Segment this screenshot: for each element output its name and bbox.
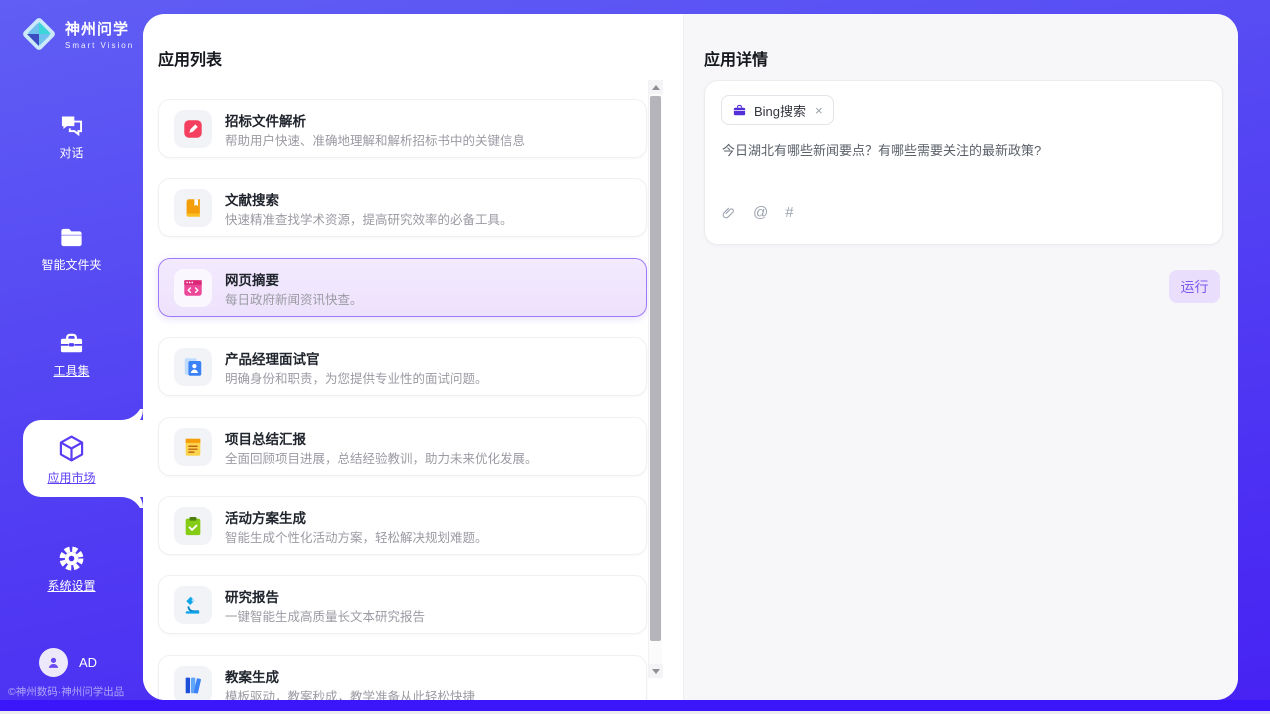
content-panel: 应用列表 招标文件解析 帮助用户快速、准确地理解和解析招标书中的关键信息 文献搜… bbox=[143, 14, 1238, 700]
tool-tag-close-icon[interactable]: × bbox=[813, 103, 823, 118]
prompt-text-input[interactable]: 今日湖北有哪些新闻要点？有哪些需要关注的最新政策? bbox=[722, 141, 1208, 161]
sidebar-item-label: 系统设置 bbox=[47, 577, 95, 594]
app-card-desc: 一键智能生成高质量长文本研究报告 bbox=[225, 606, 635, 625]
list-scrollbar[interactable] bbox=[648, 80, 662, 678]
sidebar: 神州问学 Smart Vision 对话 智能文件夹 bbox=[0, 0, 143, 711]
app-card-title: 产品经理面试官 bbox=[225, 348, 320, 368]
copyright-footer: ©神州数码·神州问学出品 bbox=[0, 684, 160, 699]
app-list-panel: 应用列表 招标文件解析 帮助用户快速、准确地理解和解析招标书中的关键信息 文献搜… bbox=[143, 14, 683, 700]
microscope-icon bbox=[174, 586, 212, 624]
triangle-up-icon bbox=[652, 85, 660, 90]
books-icon bbox=[174, 666, 212, 700]
app-detail-title: 应用详情 bbox=[704, 46, 768, 70]
sidebar-item-label: 工具集 bbox=[53, 362, 89, 379]
tool-tag-bing-search[interactable]: Bing搜索 × bbox=[721, 95, 834, 125]
pen-square-icon bbox=[174, 110, 212, 148]
app-card-desc: 帮助用户快速、准确地理解和解析招标书中的关键信息 bbox=[225, 130, 635, 149]
app-card-desc: 快速精准查找学术资源，提高研究效率的必备工具。 bbox=[225, 209, 635, 228]
notepad-icon bbox=[174, 428, 212, 466]
app-card-literature-search[interactable]: 文献搜索 快速精准查找学术资源，提高研究效率的必备工具。 bbox=[158, 178, 647, 237]
app-card-web-summary[interactable]: 网页摘要 每日政府新闻资讯快查。 bbox=[158, 258, 647, 317]
scrollbar-up-button[interactable] bbox=[649, 80, 663, 94]
browser-code-icon bbox=[174, 269, 212, 307]
tool-tag-label: Bing搜索 bbox=[754, 101, 806, 120]
user-account[interactable]: AD bbox=[39, 648, 97, 677]
cube-icon bbox=[0, 433, 143, 464]
sidebar-item-label: 对话 bbox=[59, 144, 83, 161]
brand-name: 神州问学 bbox=[65, 18, 134, 39]
attachment-icon[interactable] bbox=[721, 205, 736, 221]
gear-icon bbox=[0, 545, 143, 572]
sidebar-item-chat[interactable]: 对话 bbox=[0, 112, 143, 162]
clipboard-check-icon bbox=[174, 507, 212, 545]
app-card-title: 教案生成 bbox=[225, 666, 279, 686]
app-card-title: 项目总结汇报 bbox=[225, 428, 306, 448]
app-card-activity-plan[interactable]: 活动方案生成 智能生成个性化活动方案，轻松解决规划难题。 bbox=[158, 496, 647, 555]
sidebar-item-label: 应用市场 bbox=[47, 469, 95, 486]
briefcase-icon bbox=[732, 103, 747, 118]
sidebar-item-toolkit[interactable]: 工具集 bbox=[0, 330, 143, 380]
app-card-desc: 智能生成个性化活动方案，轻松解决规划难题。 bbox=[225, 527, 635, 546]
chat-icon bbox=[0, 112, 143, 139]
app-card-desc: 每日政府新闻资讯快查。 bbox=[225, 289, 635, 308]
brand-logo: 神州问学 Smart Vision bbox=[20, 15, 134, 53]
diamond-logo-icon bbox=[20, 15, 58, 53]
toolbox-icon bbox=[0, 330, 143, 357]
app-card-pm-interviewer[interactable]: 产品经理面试官 明确身份和职责，为您提供专业性的面试问题。 bbox=[158, 337, 647, 396]
book-icon bbox=[174, 189, 212, 227]
sidebar-item-label: 智能文件夹 bbox=[41, 256, 101, 273]
triangle-down-icon bbox=[652, 669, 660, 674]
app-card-project-summary[interactable]: 项目总结汇报 全面回顾项目进展，总结经验教训，助力未来优化发展。 bbox=[158, 417, 647, 476]
app-card-title: 活动方案生成 bbox=[225, 507, 306, 527]
app-card-desc: 模板驱动，教案秒成，教学准备从此轻松快捷 bbox=[225, 686, 635, 700]
app-card-bid-analysis[interactable]: 招标文件解析 帮助用户快速、准确地理解和解析招标书中的关键信息 bbox=[158, 99, 647, 158]
folder-icon bbox=[0, 224, 143, 251]
person-icon bbox=[46, 655, 61, 670]
app-card-desc: 全面回顾项目进展，总结经验教训，助力未来优化发展。 bbox=[225, 448, 635, 467]
bottom-accent-bar bbox=[0, 700, 1270, 711]
prompt-input-card[interactable]: Bing搜索 × 今日湖北有哪些新闻要点？有哪些需要关注的最新政策? @ # bbox=[704, 80, 1223, 245]
hash-icon[interactable]: # bbox=[785, 204, 793, 221]
app-detail-panel: 应用详情 Bing搜索 × 今日湖北有哪些新闻要点？有哪些需要关注的最新政策? bbox=[683, 14, 1238, 700]
sidebar-item-settings[interactable]: 系统设置 bbox=[0, 545, 143, 595]
user-name: AD bbox=[79, 655, 97, 670]
sidebar-item-smart-folder[interactable]: 智能文件夹 bbox=[0, 224, 143, 274]
scrollbar-thumb[interactable] bbox=[650, 96, 661, 641]
brand-text: 神州问学 Smart Vision bbox=[65, 18, 134, 50]
avatar bbox=[39, 648, 68, 677]
app-card-title: 网页摘要 bbox=[225, 269, 279, 289]
input-toolbar: @ # bbox=[721, 204, 794, 221]
run-button[interactable]: 运行 bbox=[1169, 270, 1220, 303]
app-card-lesson-plan[interactable]: 教案生成 模板驱动，教案秒成，教学准备从此轻松快捷 bbox=[158, 655, 647, 700]
app-card-research-report[interactable]: 研究报告 一键智能生成高质量长文本研究报告 bbox=[158, 575, 647, 634]
mention-icon[interactable]: @ bbox=[753, 204, 768, 221]
app-window: 神州问学 Smart Vision 对话 智能文件夹 bbox=[0, 0, 1270, 714]
sidebar-item-app-market[interactable]: 应用市场 bbox=[0, 433, 143, 487]
interview-icon bbox=[174, 348, 212, 386]
app-card-title: 招标文件解析 bbox=[225, 110, 306, 130]
app-card-title: 研究报告 bbox=[225, 586, 279, 606]
app-card-desc: 明确身份和职责，为您提供专业性的面试问题。 bbox=[225, 368, 635, 387]
scrollbar-down-button[interactable] bbox=[649, 664, 663, 678]
brand-subtitle: Smart Vision bbox=[65, 41, 134, 50]
app-list: 招标文件解析 帮助用户快速、准确地理解和解析招标书中的关键信息 文献搜索 快速精… bbox=[158, 14, 648, 700]
app-card-title: 文献搜索 bbox=[225, 189, 279, 209]
